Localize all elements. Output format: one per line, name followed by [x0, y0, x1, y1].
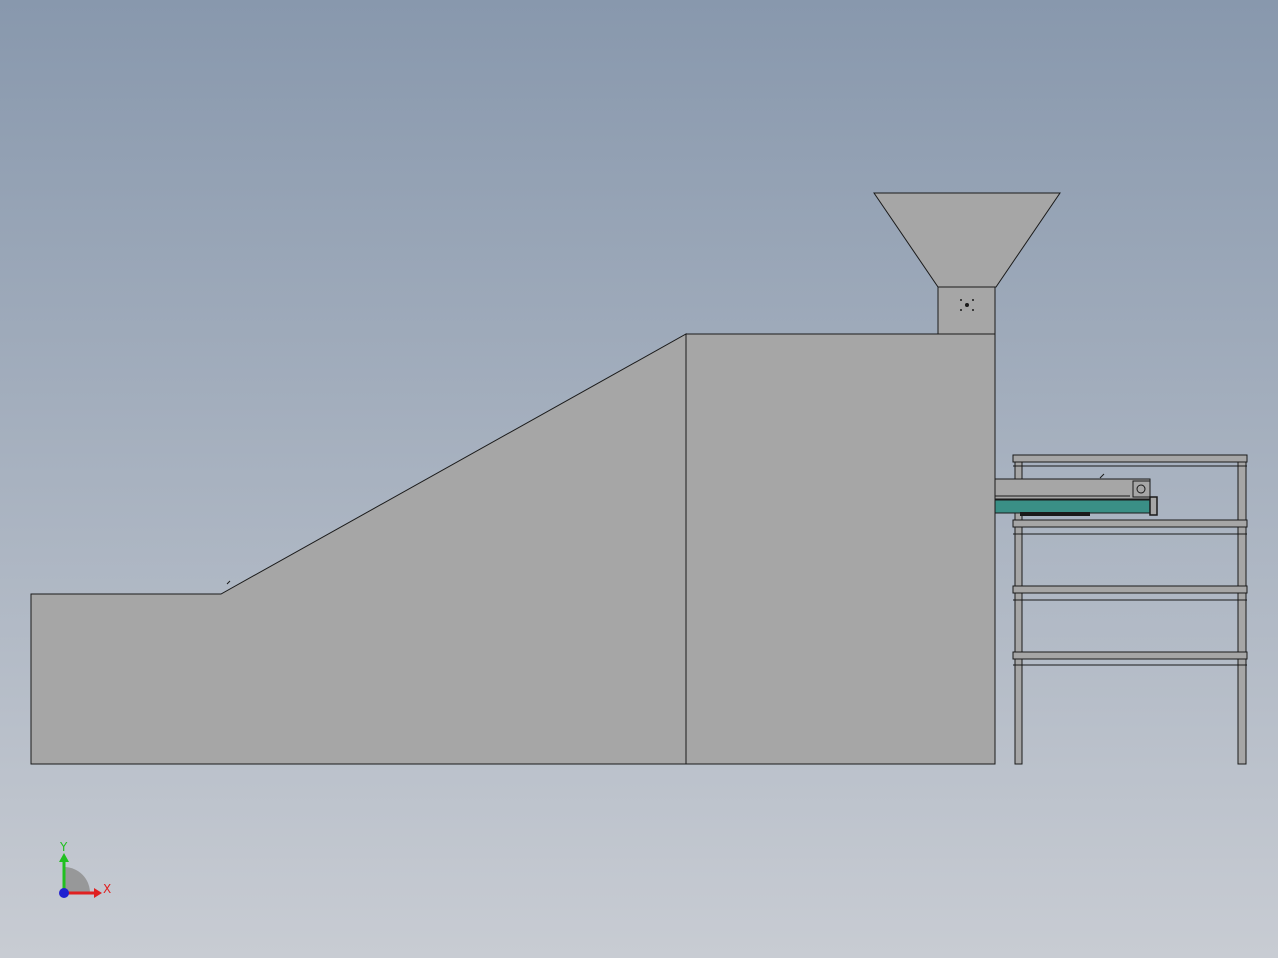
- conveyor-base: [1020, 512, 1090, 516]
- conveyor-belt: [994, 499, 1156, 514]
- triad-y-label: Y: [59, 840, 68, 854]
- shelf-2: [1012, 585, 1248, 594]
- hopper-neck: [937, 286, 996, 335]
- cad-viewport[interactable]: Y X: [0, 0, 1278, 958]
- triad-z-axis-icon: [59, 888, 69, 898]
- frame-rail-top: [1012, 454, 1248, 463]
- frame-leg-right: [1237, 458, 1247, 765]
- shelf-3: [1012, 651, 1248, 660]
- triad-x-label: X: [103, 882, 111, 896]
- motor-box: [1132, 480, 1151, 498]
- tall-housing[interactable]: [685, 333, 996, 765]
- shelf-1: [1012, 519, 1248, 528]
- conveyor-end-cap: [1149, 496, 1158, 516]
- conveyor-unit[interactable]: [994, 473, 1158, 516]
